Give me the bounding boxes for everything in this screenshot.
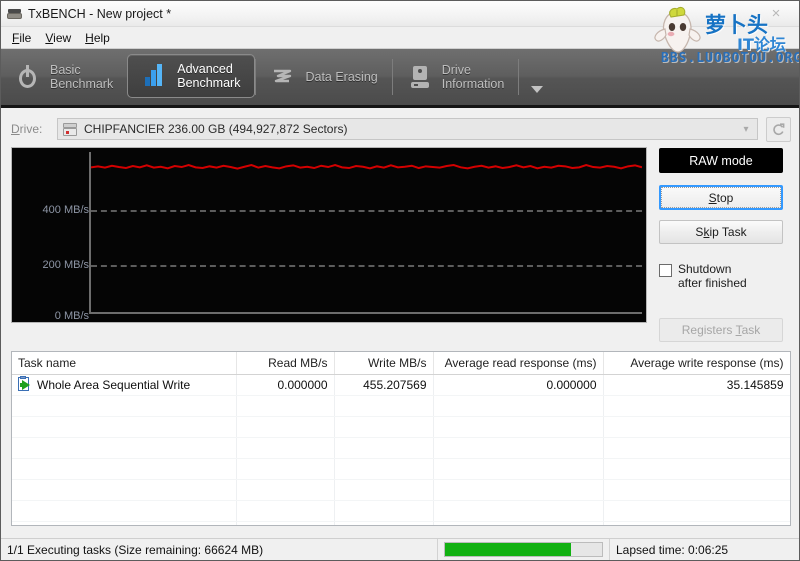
menu-item-view[interactable]: View (42, 29, 82, 47)
benchmark-chart: 400 MB/s 200 MB/s 0 MB/s (11, 147, 647, 323)
cell-avg-write-ms: 35.145859 (603, 374, 790, 395)
stop-button[interactable]: Stop (659, 185, 783, 210)
column-header-avg-read[interactable]: Average read response (ms) (433, 352, 603, 374)
menu-file-rest: ile (19, 31, 31, 45)
tasks-table-body: Whole Area Sequential Write 0.000000455.2… (12, 374, 790, 526)
status-tasks-text: 1/1 Executing tasks (Size remaining: 666… (1, 539, 438, 560)
table-row-empty[interactable] (12, 521, 790, 526)
tab-data-erasing[interactable]: Data Erasing (256, 49, 391, 105)
tab-drive-information-label: Drive Information (442, 63, 505, 91)
table-row-empty[interactable] (12, 437, 790, 458)
drive-small-icon (63, 123, 78, 136)
skip-task-button-label: Skip Task (695, 225, 746, 239)
close-icon[interactable]: × (767, 6, 785, 22)
txbench-window: TxBENCH - New project * × File View Help… (0, 0, 800, 561)
bar-chart-icon (142, 61, 168, 91)
chart-y-tick-labels: 400 MB/s 200 MB/s 0 MB/s (12, 148, 89, 322)
column-header-task-name[interactable]: Task name (12, 352, 236, 374)
table-row-empty[interactable] (12, 500, 790, 521)
chevron-down-icon[interactable]: ▾ (737, 124, 755, 135)
erase-icon (270, 62, 296, 92)
raw-mode-button[interactable]: RAW mode (659, 148, 783, 173)
menu-bar: File View Help (1, 27, 799, 49)
tasks-table-container[interactable]: Task name Read MB/s Write MB/s Average r… (11, 351, 791, 526)
registers-task-button-label: Registers Task (682, 323, 761, 337)
skip-task-button[interactable]: Skip Task (659, 220, 783, 244)
tab-basic-benchmark-label: Basic Benchmark (50, 63, 113, 91)
tab-basic-benchmark[interactable]: Basic Benchmark (1, 49, 127, 105)
table-row-empty[interactable] (12, 479, 790, 500)
tab-drive-information[interactable]: Drive Information (393, 49, 519, 105)
table-row-empty[interactable] (12, 395, 790, 416)
drive-label: Drive: (11, 122, 49, 136)
status-elapsed-text: Lapsed time: 0:06:25 (610, 539, 799, 560)
drive-selector-row: Drive: CHIPFANCIER 236.00 GB (494,927,87… (1, 113, 799, 145)
tab-advanced-benchmark[interactable]: Advanced Benchmark (127, 54, 255, 98)
status-bar: 1/1 Executing tasks (Size remaining: 666… (1, 538, 799, 560)
progress-bar (444, 542, 603, 557)
drive-label-rest: rive: (20, 122, 43, 136)
table-row-empty[interactable] (12, 416, 790, 437)
shutdown-checkbox-label: Shutdown after finished (678, 262, 747, 290)
chart-plot-area: 400 MB/s 200 MB/s 0 MB/s (12, 148, 646, 322)
chart-ytick-200: 200 MB/s (17, 259, 89, 271)
refresh-button[interactable] (766, 117, 791, 142)
cell-task-name-label: Whole Area Sequential Write (37, 378, 190, 392)
refresh-icon (771, 122, 786, 137)
chart-ytick-400: 400 MB/s (17, 204, 89, 216)
menu-item-file[interactable]: File (9, 29, 42, 47)
drive-icon (7, 6, 23, 22)
registers-task-button[interactable]: Registers Task (659, 318, 783, 342)
shutdown-checkbox[interactable] (659, 264, 672, 277)
stop-button-label: Stop (709, 191, 734, 205)
menu-item-help[interactable]: Help (82, 29, 121, 47)
tab-advanced-benchmark-label: Advanced Benchmark (177, 62, 240, 90)
main-toolbar: Basic Benchmark Advanced Benchmark Data … (1, 49, 799, 108)
cell-avg-read-ms: 0.000000 (433, 374, 603, 395)
progress-bar-fill (445, 543, 571, 556)
chevron-down-icon (531, 86, 543, 93)
status-progress-cell (438, 539, 610, 560)
column-header-avg-write[interactable]: Average write response (ms) (603, 352, 790, 374)
chart-write-speed-line (91, 148, 642, 323)
table-row-empty[interactable] (12, 458, 790, 479)
cell-task-name: Whole Area Sequential Write (12, 374, 236, 395)
chart-ytick-0: 0 MB/s (17, 310, 89, 322)
menu-view-rest: iew (53, 31, 71, 45)
drive-select[interactable]: CHIPFANCIER 236.00 GB (494,927,872 Secto… (57, 118, 758, 140)
cell-read-mbs: 0.000000 (236, 374, 334, 395)
column-header-write[interactable]: Write MB/s (334, 352, 433, 374)
drive-select-value: CHIPFANCIER 236.00 GB (494,927,872 Secto… (84, 122, 347, 136)
tasks-table: Task name Read MB/s Write MB/s Average r… (12, 352, 791, 526)
menu-help-rest: elp (94, 31, 110, 45)
drive-info-icon (407, 62, 433, 92)
toolbar-overflow-button[interactable] (519, 49, 555, 105)
control-panel: RAW mode Stop Skip Task Shutdown after f… (659, 147, 783, 342)
title-bar: TxBENCH - New project * × (1, 1, 799, 27)
sequential-write-task-icon (18, 377, 33, 392)
shutdown-after-finished-row[interactable]: Shutdown after finished (659, 262, 783, 290)
tasks-table-header-row: Task name Read MB/s Write MB/s Average r… (12, 352, 790, 374)
tab-data-erasing-label: Data Erasing (305, 70, 377, 84)
main-content: 400 MB/s 200 MB/s 0 MB/s RAW mode Stop S… (1, 147, 799, 342)
cell-write-mbs: 455.207569 (334, 374, 433, 395)
gauge-icon (15, 62, 41, 92)
column-header-read[interactable]: Read MB/s (236, 352, 334, 374)
window-title: TxBENCH - New project * (28, 7, 171, 21)
table-row[interactable]: Whole Area Sequential Write 0.000000455.2… (12, 374, 790, 395)
